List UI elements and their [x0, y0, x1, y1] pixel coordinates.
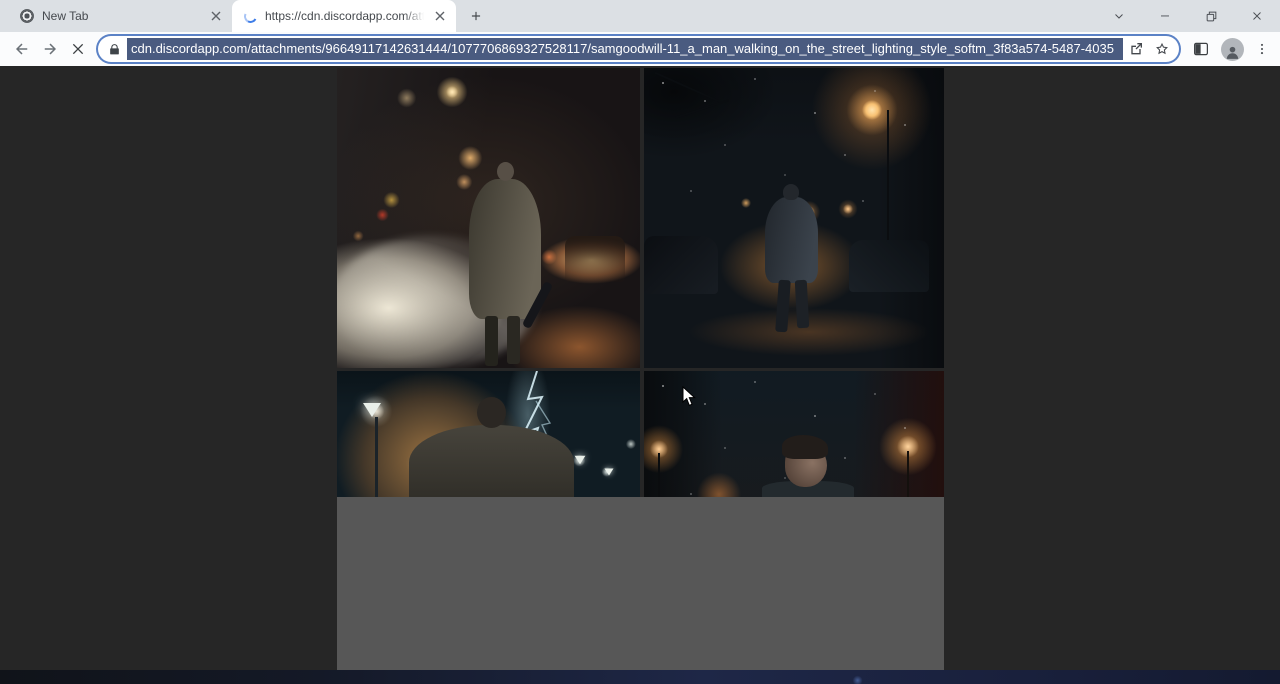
page-viewport	[0, 66, 1280, 670]
figure-head	[477, 397, 506, 428]
figure-hood	[409, 425, 574, 497]
new-tab-button[interactable]	[462, 2, 490, 30]
os-taskbar[interactable]	[0, 670, 1280, 684]
share-icon[interactable]	[1123, 37, 1149, 61]
figure-head	[497, 162, 514, 181]
lock-icon[interactable]	[108, 43, 121, 56]
address-bar[interactable]: cdn.discordapp.com/attachments/966491171…	[98, 36, 1179, 62]
tree-branch	[675, 99, 729, 118]
forward-icon[interactable]	[36, 35, 64, 63]
star-specks	[662, 385, 664, 387]
mouse-cursor	[682, 386, 696, 412]
street-lamp-head	[575, 456, 586, 464]
street-lamp-head	[363, 403, 381, 417]
figure-coat	[469, 179, 541, 319]
generated-image-bottom-left[interactable]	[337, 371, 640, 497]
tree-branch	[655, 72, 720, 102]
street-lamp-head	[605, 469, 614, 476]
image-loading-placeholder	[337, 497, 944, 670]
image-grid[interactable]	[337, 68, 944, 670]
tab-new-tab[interactable]: New Tab	[8, 0, 232, 32]
lamp-post	[907, 451, 909, 497]
tab-strip: New Tab https://cdn.discordapp.com/attac	[0, 0, 1280, 32]
loading-spinner-icon	[242, 8, 258, 24]
tab-discord-cdn[interactable]: https://cdn.discordapp.com/attac	[232, 0, 456, 32]
star-icon[interactable]	[1149, 37, 1175, 61]
close-tab-icon[interactable]	[432, 8, 448, 24]
figure-leg	[795, 280, 809, 329]
parked-car	[644, 236, 718, 294]
chrome-logo-icon	[20, 9, 34, 23]
tab-title: https://cdn.discordapp.com/attac	[265, 9, 424, 23]
minimize-button[interactable]	[1142, 0, 1188, 32]
toolbar-right-icons	[1189, 37, 1272, 61]
back-icon[interactable]	[8, 35, 36, 63]
generated-image-top-right[interactable]	[644, 68, 944, 368]
generated-image-top-left[interactable]	[337, 68, 640, 368]
figure-leg	[775, 280, 791, 333]
browser-toolbar: cdn.discordapp.com/attachments/966491171…	[0, 32, 1280, 66]
lamp-post	[658, 453, 660, 497]
kebab-menu-icon[interactable]	[1252, 37, 1272, 61]
lamp-post	[375, 417, 378, 497]
figure-head	[783, 184, 799, 200]
window-controls	[1096, 0, 1280, 32]
parked-car	[849, 240, 929, 292]
restore-button[interactable]	[1188, 0, 1234, 32]
tab-title: New Tab	[42, 9, 200, 23]
car-silhouette	[565, 236, 625, 282]
snow-specks	[662, 82, 664, 84]
url-text-selected[interactable]: cdn.discordapp.com/attachments/966491171…	[127, 38, 1123, 60]
figure-leg	[485, 316, 498, 366]
browser-window: New Tab https://cdn.discordapp.com/attac	[0, 0, 1280, 684]
figure-hair	[782, 435, 828, 459]
close-window-button[interactable]	[1234, 0, 1280, 32]
profile-avatar[interactable]	[1221, 38, 1244, 61]
figure-jacket	[765, 197, 818, 283]
chevron-down-icon[interactable]	[1096, 0, 1142, 32]
figure-leg	[507, 316, 520, 364]
side-panel-icon[interactable]	[1189, 37, 1213, 61]
close-tab-icon[interactable]	[208, 8, 224, 24]
stop-loading-icon[interactable]	[64, 35, 92, 63]
